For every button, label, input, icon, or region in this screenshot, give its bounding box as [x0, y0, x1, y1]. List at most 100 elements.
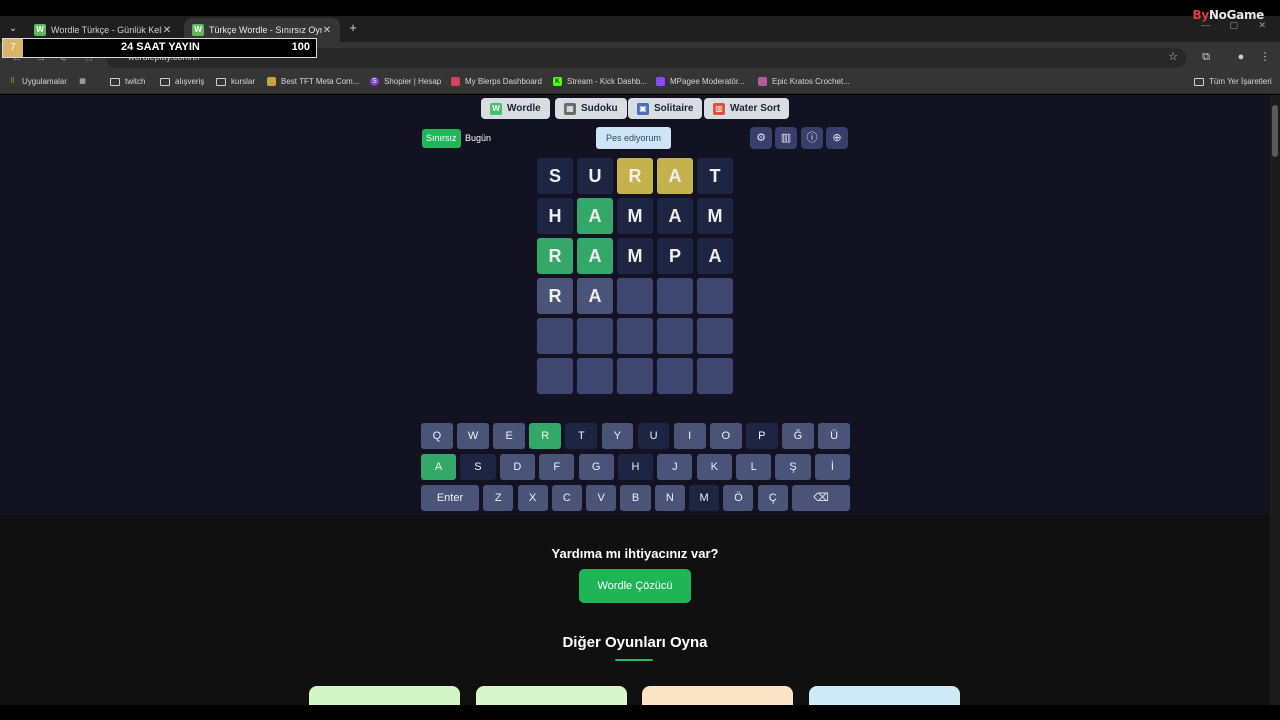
key-v[interactable]: V	[586, 485, 617, 511]
key-a[interactable]: A	[421, 454, 457, 480]
bookmark-twitch[interactable]: twitch	[110, 77, 145, 86]
bookmark-tft[interactable]: Best TFT Meta Com...	[267, 77, 359, 86]
bookmark-shopier[interactable]: S Shopier | Hesap	[370, 77, 441, 86]
key-e[interactable]: E	[493, 423, 526, 449]
keyboard-row: Enter Z X C V B N M Ö Ç ⌫	[0, 485, 1270, 511]
menu-dots-icon[interactable]: ⋮	[1258, 50, 1272, 64]
nav-solitaire[interactable]: ▣ Solitaire	[628, 98, 703, 119]
letter-tile: A	[577, 198, 613, 234]
letter-tile: M	[697, 198, 733, 234]
letter-tile: R	[537, 238, 573, 274]
stats-icon[interactable]: ▥	[775, 127, 797, 149]
game-card[interactable]	[476, 686, 627, 705]
key-k[interactable]: K	[696, 454, 732, 480]
shopier-icon: S	[370, 77, 379, 86]
key-u[interactable]: U	[637, 423, 670, 449]
folder-icon	[216, 77, 226, 86]
key-c[interactable]: C	[551, 485, 582, 511]
tab-title: Türkçe Wordle - Sınırsız Oyna	[209, 25, 322, 35]
key-ğ[interactable]: Ğ	[782, 423, 814, 449]
letter-tile: A	[577, 278, 613, 314]
bookmark-kurslar[interactable]: kurslar	[216, 77, 255, 86]
enter-key[interactable]: Enter	[421, 485, 479, 511]
help-heading: Yardıma mı ihtiyacınız var?	[551, 546, 719, 561]
letter-tile: R	[617, 158, 653, 194]
overlay-count: 100	[291, 41, 310, 53]
letter-tile: T	[697, 158, 733, 194]
profile-avatar-icon[interactable]: ●	[1234, 50, 1248, 64]
game-area: W Wordle ▦ Sudoku ▣ Solitaire ▥ Water Sort S…	[0, 95, 1270, 515]
letter-tile	[697, 318, 733, 354]
info-icon[interactable]: ⓘ	[801, 127, 823, 149]
bookmark-kratos[interactable]: Epic Kratos Crochet...	[758, 77, 850, 86]
key-b[interactable]: B	[620, 485, 651, 511]
key-o[interactable]: O	[709, 423, 742, 449]
new-tab-icon[interactable]: +	[346, 20, 360, 36]
key-x[interactable]: X	[517, 485, 548, 511]
nav-water-sort[interactable]: ▥ Water Sort	[704, 98, 790, 119]
game-card[interactable]	[642, 686, 793, 705]
key-p[interactable]: P	[745, 423, 778, 449]
key-ö[interactable]: Ö	[723, 485, 754, 511]
nav-wordle[interactable]: W Wordle	[481, 98, 550, 119]
letter-tile	[617, 318, 653, 354]
key-n[interactable]: N	[654, 485, 685, 511]
sudoku-grid-icon: ▦	[564, 102, 576, 115]
key-z[interactable]: Z	[483, 485, 514, 511]
board-row: RA	[537, 278, 737, 314]
letter-tile	[697, 278, 733, 314]
close-icon[interactable]: ✕	[322, 25, 332, 36]
letter-tile: M	[617, 198, 653, 234]
mode-unlimited-button[interactable]: Sınırsız	[422, 129, 461, 148]
key-l[interactable]: L	[736, 454, 772, 480]
key-j[interactable]: J	[657, 454, 693, 480]
key-ç[interactable]: Ç	[757, 485, 788, 511]
game-card[interactable]	[309, 686, 460, 705]
letter-tile	[617, 278, 653, 314]
key-ü[interactable]: Ü	[818, 423, 850, 449]
keyboard-row: QWERTYUIOPĞÜ	[0, 423, 1270, 449]
settings-icon[interactable]: ⚙	[750, 127, 772, 149]
key-h[interactable]: H	[617, 454, 654, 480]
tab-search-icon[interactable]: ⌄	[4, 21, 22, 37]
key-d[interactable]: D	[499, 454, 535, 480]
key-f[interactable]: F	[539, 454, 575, 480]
twitch-icon	[656, 77, 665, 86]
key-g[interactable]: G	[578, 454, 614, 480]
bookmark-mpagee[interactable]: MPagee Moderatör...	[656, 77, 745, 86]
nav-sudoku[interactable]: ▦ Sudoku	[555, 98, 627, 119]
key-q[interactable]: Q	[421, 423, 453, 449]
bookmark-all[interactable]: Tüm Yer İşaretleri	[1194, 77, 1272, 86]
star-icon[interactable]: ☆	[1166, 50, 1180, 64]
bookmark-blerps[interactable]: My Blerps Dashboard	[451, 77, 542, 86]
tft-icon	[267, 77, 276, 86]
key-y[interactable]: Y	[601, 423, 634, 449]
key-i̇[interactable]: İ	[814, 454, 850, 480]
key-t[interactable]: T	[565, 423, 598, 449]
board-row	[537, 318, 737, 354]
wordle-solver-button[interactable]: Wordle Çözücü	[579, 569, 691, 603]
close-icon[interactable]: ✕	[162, 25, 172, 36]
mode-today-button[interactable]: Bugün	[461, 129, 495, 148]
scroll-thumb[interactable]	[1272, 105, 1278, 157]
key-m[interactable]: M	[689, 485, 720, 511]
backspace-icon[interactable]: ⌫	[792, 485, 850, 511]
stream-overlay: 7 24 SAAT YAYIN 100	[2, 38, 317, 58]
letter-tile: A	[657, 198, 693, 234]
bookmark-alisveris[interactable]: alışveriş	[160, 77, 204, 86]
bookmark-apps[interactable]: ⠿ Uygulamalar	[8, 77, 67, 86]
key-ş[interactable]: Ş	[775, 454, 811, 480]
key-s[interactable]: S	[460, 454, 496, 480]
heading-underline	[615, 659, 653, 661]
bookmark-kick[interactable]: K Stream - Kick Dashb...	[553, 77, 647, 86]
game-card[interactable]	[809, 686, 960, 705]
key-r[interactable]: R	[529, 423, 562, 449]
give-up-button[interactable]: Pes ediyorum	[596, 127, 671, 149]
add-icon[interactable]: ⊕	[826, 127, 848, 149]
page-scrollbar[interactable]	[1270, 95, 1280, 705]
key-w[interactable]: W	[457, 423, 489, 449]
letter-tile	[577, 318, 613, 354]
extensions-icon[interactable]: ⧉	[1199, 50, 1213, 64]
key-i[interactable]: I	[673, 423, 706, 449]
bookmark-grid[interactable]: ▦	[78, 77, 92, 86]
